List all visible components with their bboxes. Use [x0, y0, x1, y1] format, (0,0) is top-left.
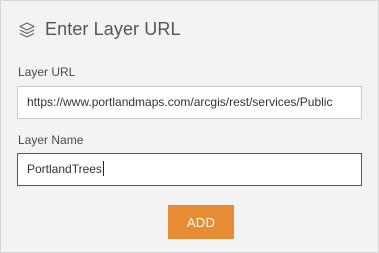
layer-name-input[interactable]: PortlandTrees — [17, 153, 362, 186]
panel-title: Enter Layer URL — [45, 19, 181, 39]
add-layer-panel: Enter Layer URL Layer URL https://www.po… — [0, 0, 379, 253]
layer-url-value: https://www.portlandmaps.com/arcgis/rest… — [27, 95, 333, 109]
panel-header: Enter Layer URL — [17, 19, 181, 40]
layer-url-label: Layer URL — [18, 65, 76, 79]
layer-url-input[interactable]: https://www.portlandmaps.com/arcgis/rest… — [17, 86, 362, 119]
layers-icon — [17, 20, 37, 40]
layer-name-value: PortlandTrees — [27, 162, 102, 176]
layer-name-label: Layer Name — [18, 133, 84, 147]
add-button[interactable]: ADD — [168, 205, 234, 239]
text-caret — [102, 161, 104, 177]
